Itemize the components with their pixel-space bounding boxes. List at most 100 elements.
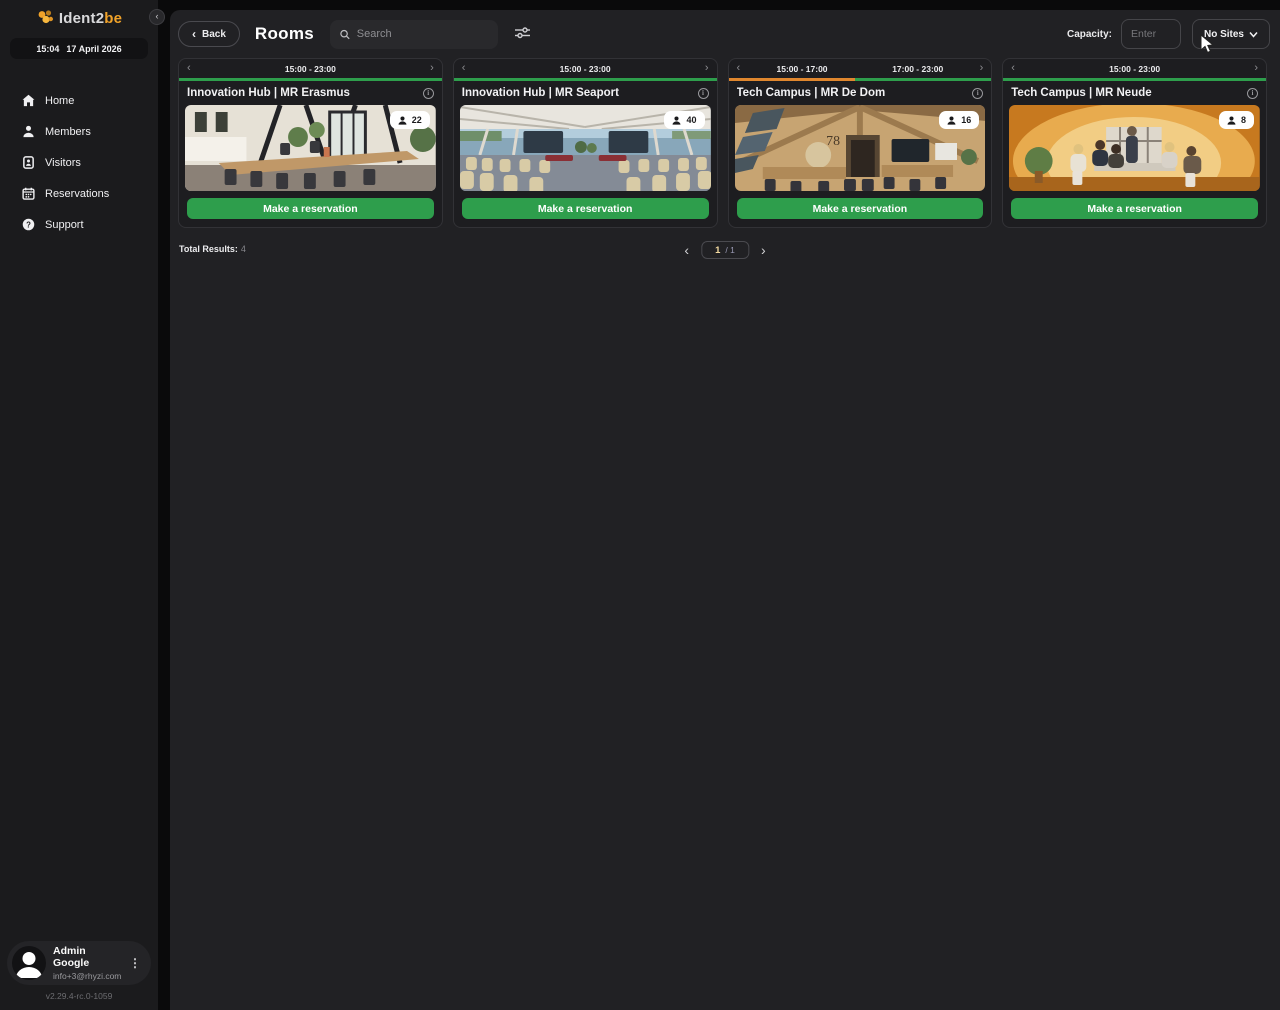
page-total: / 1 <box>725 245 734 255</box>
make-reservation-button[interactable]: Make a reservation <box>1011 198 1258 219</box>
sidebar-item-support[interactable]: ? Support <box>0 209 158 240</box>
capacity-value: 16 <box>961 115 971 125</box>
logo: Ident2be <box>0 0 158 27</box>
room-card: ‹ 15:00 - 23:00 › Tech Campus | MR Neude… <box>1002 58 1267 228</box>
kebab-menu-icon[interactable]: ⋮ <box>127 954 143 972</box>
clock-date: 17 April 2026 <box>66 44 121 54</box>
capacity-badge: 22 <box>390 111 430 129</box>
chevron-right-icon[interactable]: › <box>976 63 988 74</box>
make-reservation-button[interactable]: Make a reservation <box>737 198 984 219</box>
availability-bar <box>179 78 442 81</box>
search-icon <box>340 29 350 40</box>
capacity-value: 40 <box>686 115 696 125</box>
chevron-right-icon[interactable]: › <box>426 63 438 74</box>
search-box[interactable] <box>330 20 498 49</box>
person-icon <box>22 125 35 138</box>
room-card: ‹ 15:00 - 23:00 › Innovation Hub | MR Er… <box>178 58 443 228</box>
timeslot-header: ‹ 15:00 - 23:00 › <box>179 59 442 78</box>
page-indicator[interactable]: 1 / 1 <box>701 241 749 259</box>
sidebar-item-label: Support <box>45 219 84 231</box>
page-current: 1 <box>715 245 720 256</box>
room-photo: 40 <box>460 105 711 191</box>
chevron-right-icon[interactable]: › <box>701 63 713 74</box>
make-reservation-button[interactable]: Make a reservation <box>462 198 709 219</box>
timeslot-label: 17:00 - 23:00 <box>860 64 976 74</box>
sidebar: Ident2be ‹ 15:04 17 April 2026 Home Memb… <box>0 0 158 1010</box>
chevron-left-icon[interactable]: ‹ <box>458 63 470 74</box>
timeslot-label: 15:00 - 17:00 <box>744 64 860 74</box>
search-input[interactable] <box>357 28 488 40</box>
home-icon <box>22 94 35 107</box>
sidebar-collapse-button[interactable]: ‹ <box>149 9 165 25</box>
capacity-input[interactable] <box>1121 19 1181 49</box>
info-icon[interactable]: i <box>972 88 983 99</box>
sidebar-nav: Home Members Visitors Reservations ? Sup… <box>0 85 158 240</box>
person-icon <box>672 116 681 125</box>
capacity-badge: 8 <box>1219 111 1254 129</box>
room-photo: 8 <box>1009 105 1260 191</box>
sidebar-item-label: Visitors <box>45 157 81 169</box>
chevron-right-icon[interactable]: › <box>1250 63 1262 74</box>
chevron-down-icon <box>1249 31 1258 38</box>
room-card-grid: ‹ 15:00 - 23:00 › Innovation Hub | MR Er… <box>170 50 1280 228</box>
chevron-left-icon[interactable]: ‹ <box>733 63 745 74</box>
room-photo: 78 16 <box>735 105 986 191</box>
sliders-icon <box>515 26 530 39</box>
person-icon <box>947 116 956 125</box>
filter-button[interactable] <box>511 22 534 46</box>
id-badge-icon <box>22 156 35 169</box>
total-results: Total Results:4 <box>179 244 246 254</box>
timeslot-header: ‹ 15:00 - 23:00 › <box>1003 59 1266 78</box>
avatar <box>12 946 46 980</box>
timeslot-header: ‹ 15:00 - 17:00 17:00 - 23:00 › <box>729 59 992 78</box>
toolbar: ‹ Back Rooms Capacity: No Sites <box>170 10 1280 50</box>
person-icon <box>1227 116 1236 125</box>
sidebar-item-reservations[interactable]: Reservations <box>0 178 158 209</box>
timeslot-header: ‹ 15:00 - 23:00 › <box>454 59 717 78</box>
sidebar-item-members[interactable]: Members <box>0 116 158 147</box>
timeslot-label: 15:00 - 23:00 <box>195 64 426 74</box>
page-next-icon[interactable]: › <box>761 243 766 257</box>
room-title: Tech Campus | MR De Dom <box>737 87 973 99</box>
room-card: ‹ 15:00 - 17:00 17:00 - 23:00 › Tech Cam… <box>728 58 993 228</box>
datetime-pill: 15:04 17 April 2026 <box>10 38 148 59</box>
back-label: Back <box>202 29 226 40</box>
availability-bar <box>454 78 717 81</box>
capacity-badge: 40 <box>664 111 704 129</box>
page-prev-icon[interactable]: ‹ <box>684 243 689 257</box>
calendar-icon <box>22 187 35 200</box>
total-results-count: 4 <box>241 244 246 254</box>
svg-text:?: ? <box>26 220 31 229</box>
user-email: info+3@rhyzi.com <box>53 971 120 981</box>
room-title: Innovation Hub | MR Erasmus <box>187 87 423 99</box>
info-icon[interactable]: i <box>698 88 709 99</box>
chevron-left-icon[interactable]: ‹ <box>1007 63 1019 74</box>
sites-label: No Sites <box>1204 29 1244 40</box>
capacity-value: 22 <box>412 115 422 125</box>
capacity-value: 8 <box>1241 115 1246 125</box>
pagination: ‹ 1 / 1 › <box>684 241 765 259</box>
main-panel: ‹ Back Rooms Capacity: No Sites <box>170 10 1280 1010</box>
chevron-left-icon[interactable]: ‹ <box>183 63 195 74</box>
svg-text:78: 78 <box>826 134 840 149</box>
make-reservation-button[interactable]: Make a reservation <box>187 198 434 219</box>
user-meta: Admin Google info+3@rhyzi.com <box>53 945 120 981</box>
room-card: ‹ 15:00 - 23:00 › Innovation Hub | MR Se… <box>453 58 718 228</box>
sidebar-item-visitors[interactable]: Visitors <box>0 147 158 178</box>
availability-bar <box>729 78 992 81</box>
chevron-left-icon: ‹ <box>192 28 196 40</box>
back-button[interactable]: ‹ Back <box>178 21 240 47</box>
sidebar-item-label: Home <box>45 95 74 107</box>
user-menu[interactable]: Admin Google info+3@rhyzi.com ⋮ <box>7 941 151 985</box>
sites-dropdown-button[interactable]: No Sites <box>1192 19 1270 49</box>
availability-bar <box>1003 78 1266 81</box>
page-title: Rooms <box>255 24 314 44</box>
user-name: Admin Google <box>53 945 120 969</box>
info-icon[interactable]: i <box>1247 88 1258 99</box>
logo-icon <box>36 9 55 27</box>
info-icon[interactable]: i <box>423 88 434 99</box>
capacity-badge: 16 <box>939 111 979 129</box>
sidebar-item-home[interactable]: Home <box>0 85 158 116</box>
app-name: Ident2be <box>59 10 122 27</box>
room-title: Tech Campus | MR Neude <box>1011 87 1247 99</box>
